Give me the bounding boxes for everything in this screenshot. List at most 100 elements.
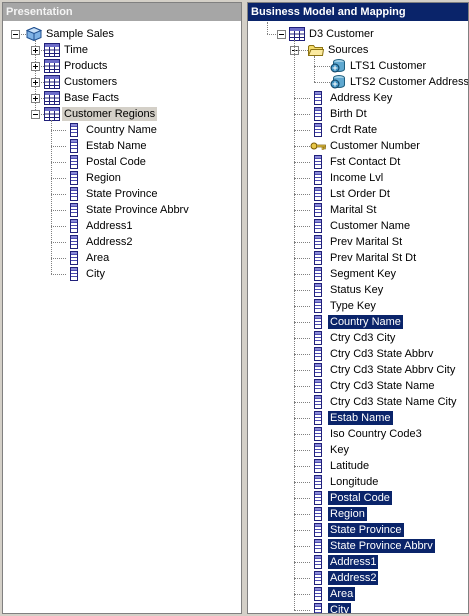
presentation-column-city[interactable]: City	[3, 266, 241, 282]
tree-connector	[294, 50, 308, 51]
catalog-sample-sales[interactable]: Sample Sales	[3, 26, 241, 42]
column-icon	[310, 331, 326, 345]
column-icon	[66, 155, 82, 169]
presentation-column-region-label: Region	[86, 172, 121, 184]
logical-column-lst-order-dt[interactable]: Lst Order Dt	[248, 186, 468, 202]
logical-column-customer-number[interactable]: Customer Number	[248, 138, 468, 154]
presentation-pane[interactable]: Presentation Sample Sales Time Products Cus…	[2, 2, 242, 614]
presentation-table-products[interactable]: Products	[3, 58, 241, 74]
column-icon	[310, 395, 326, 409]
business-model-tree[interactable]: D3 Customer Sources LTS1 Customer LTS2 Cust…	[248, 22, 468, 613]
logical-column-type-key[interactable]: Type Key	[248, 298, 468, 314]
column-icon	[310, 523, 326, 537]
logical-column-longitude[interactable]: Longitude	[248, 474, 468, 490]
logical-column-state-province[interactable]: State Province	[248, 522, 468, 538]
logical-column-segment-key-label: Segment Key	[330, 268, 397, 280]
logical-column-state-province-abbrv[interactable]: State Province Abbrv	[248, 538, 468, 554]
logical-column-ctry-cd3-state-name-label: Ctry Cd3 State Name	[330, 380, 435, 392]
logical-column-ctry-cd3-state-name-city[interactable]: Ctry Cd3 State Name City	[248, 394, 468, 410]
column-icon	[66, 139, 82, 153]
presentation-column-city-label: City	[86, 268, 105, 280]
logical-column-iso-country-code3[interactable]: Iso Country Code3	[248, 426, 468, 442]
presentation-table-time-label: Time	[64, 44, 89, 56]
business-model-pane-header: Business Model and Mapping	[248, 3, 468, 21]
logical-column-marital-st[interactable]: Marital St	[248, 202, 468, 218]
presentation-column-country-name[interactable]: Country Name	[3, 122, 241, 138]
presentation-column-estab-name[interactable]: Estab Name	[3, 138, 241, 154]
tree-connector	[314, 56, 315, 82]
presentation-table-icon	[44, 107, 60, 121]
logical-table-d3-customer-label: D3 Customer	[309, 28, 374, 40]
logical-column-prev-marital-st[interactable]: Prev Marital St	[248, 234, 468, 250]
presentation-column-address2[interactable]: Address2	[3, 234, 241, 250]
logical-column-area[interactable]: Area	[248, 586, 468, 602]
logical-column-region[interactable]: Region	[248, 506, 468, 522]
logical-column-ctry-cd3-state-name[interactable]: Ctry Cd3 State Name	[248, 378, 468, 394]
logical-column-prev-marital-st-dt[interactable]: Prev Marital St Dt	[248, 250, 468, 266]
logical-column-key-label: Key	[330, 444, 349, 456]
presentation-tree[interactable]: Sample Sales Time Products Customers Base Fa…	[3, 22, 241, 613]
logical-column-fst-contact-dt[interactable]: Fst Contact Dt	[248, 154, 468, 170]
column-icon	[310, 299, 326, 313]
logical-column-key[interactable]: Key	[248, 442, 468, 458]
logical-column-income-lvl[interactable]: Income Lvl	[248, 170, 468, 186]
column-icon	[66, 123, 82, 137]
logical-column-birth-dt[interactable]: Birth Dt	[248, 106, 468, 122]
logical-column-segment-key[interactable]: Segment Key	[248, 266, 468, 282]
source-lts1-customer-label: LTS1 Customer	[350, 60, 427, 72]
column-icon	[310, 443, 326, 457]
presentation-column-address1-label: Address1	[86, 220, 133, 232]
logical-column-ctry-cd3-state-abbrv-city[interactable]: Ctry Cd3 State Abbrv City	[248, 362, 468, 378]
logical-column-state-province-abbrv-label: State Province Abbrv	[328, 539, 435, 553]
logical-column-status-key[interactable]: Status Key	[248, 282, 468, 298]
column-icon	[310, 107, 326, 121]
presentation-column-estab-name-label: Estab Name	[86, 140, 147, 152]
presentation-table-customers[interactable]: Customers	[3, 74, 241, 90]
logical-column-estab-name[interactable]: Estab Name	[248, 410, 468, 426]
presentation-column-region[interactable]: Region	[3, 170, 241, 186]
column-icon	[66, 267, 82, 281]
column-icon	[310, 123, 326, 137]
logical-column-postal-code[interactable]: Postal Code	[248, 490, 468, 506]
column-icon	[310, 251, 326, 265]
sources-folder[interactable]: Sources	[248, 42, 468, 58]
presentation-table-time[interactable]: Time	[3, 42, 241, 58]
presentation-table-customer-regions[interactable]: Customer Regions	[3, 106, 241, 122]
logical-column-crdt-rate[interactable]: Crdt Rate	[248, 122, 468, 138]
presentation-column-country-name-label: Country Name	[86, 124, 157, 136]
logical-column-customer-name[interactable]: Customer Name	[248, 218, 468, 234]
logical-column-ctry-cd3-state-abbrv-label: Ctry Cd3 State Abbrv	[330, 348, 434, 360]
logical-column-ctry-cd3-state-abbrv[interactable]: Ctry Cd3 State Abbrv	[248, 346, 468, 362]
presentation-column-state-province-abbrv[interactable]: State Province Abbrv	[3, 202, 241, 218]
logical-column-ctry-cd3-city[interactable]: Ctry Cd3 City	[248, 330, 468, 346]
logical-column-country-name[interactable]: Country Name	[248, 314, 468, 330]
logical-column-address1[interactable]: Address1	[248, 554, 468, 570]
presentation-column-state-province[interactable]: State Province	[3, 186, 241, 202]
logical-column-address2[interactable]: Address2	[248, 570, 468, 586]
presentation-column-address1[interactable]: Address1	[3, 218, 241, 234]
column-icon	[310, 603, 326, 613]
logical-column-latitude[interactable]: Latitude	[248, 458, 468, 474]
business-model-pane[interactable]: Business Model and Mapping D3 Customer So…	[247, 2, 469, 614]
logical-column-longitude-label: Longitude	[330, 476, 379, 488]
column-icon	[310, 347, 326, 361]
column-icon	[310, 427, 326, 441]
presentation-column-postal-code[interactable]: Postal Code	[3, 154, 241, 170]
presentation-table-icon	[44, 91, 60, 105]
logical-column-region-label: Region	[328, 507, 367, 521]
presentation-table-base-facts[interactable]: Base Facts	[3, 90, 241, 106]
source-lts2-customer-address[interactable]: LTS2 Customer Address	[248, 74, 468, 90]
presentation-column-area-label: Area	[86, 252, 110, 264]
presentation-column-area[interactable]: Area	[3, 250, 241, 266]
source-lts1-customer[interactable]: LTS1 Customer	[248, 58, 468, 74]
column-icon	[310, 475, 326, 489]
logical-column-city[interactable]: City	[248, 602, 468, 613]
column-icon	[66, 251, 82, 265]
column-icon	[310, 155, 326, 169]
logical-table-d3-customer[interactable]: D3 Customer	[248, 26, 468, 42]
column-icon	[310, 187, 326, 201]
logical-column-status-key-label: Status Key	[330, 284, 384, 296]
presentation-column-state-province-abbrv-label: State Province Abbrv	[86, 204, 189, 216]
logical-column-address-key[interactable]: Address Key	[248, 90, 468, 106]
logical-column-birth-dt-label: Birth Dt	[330, 108, 367, 120]
